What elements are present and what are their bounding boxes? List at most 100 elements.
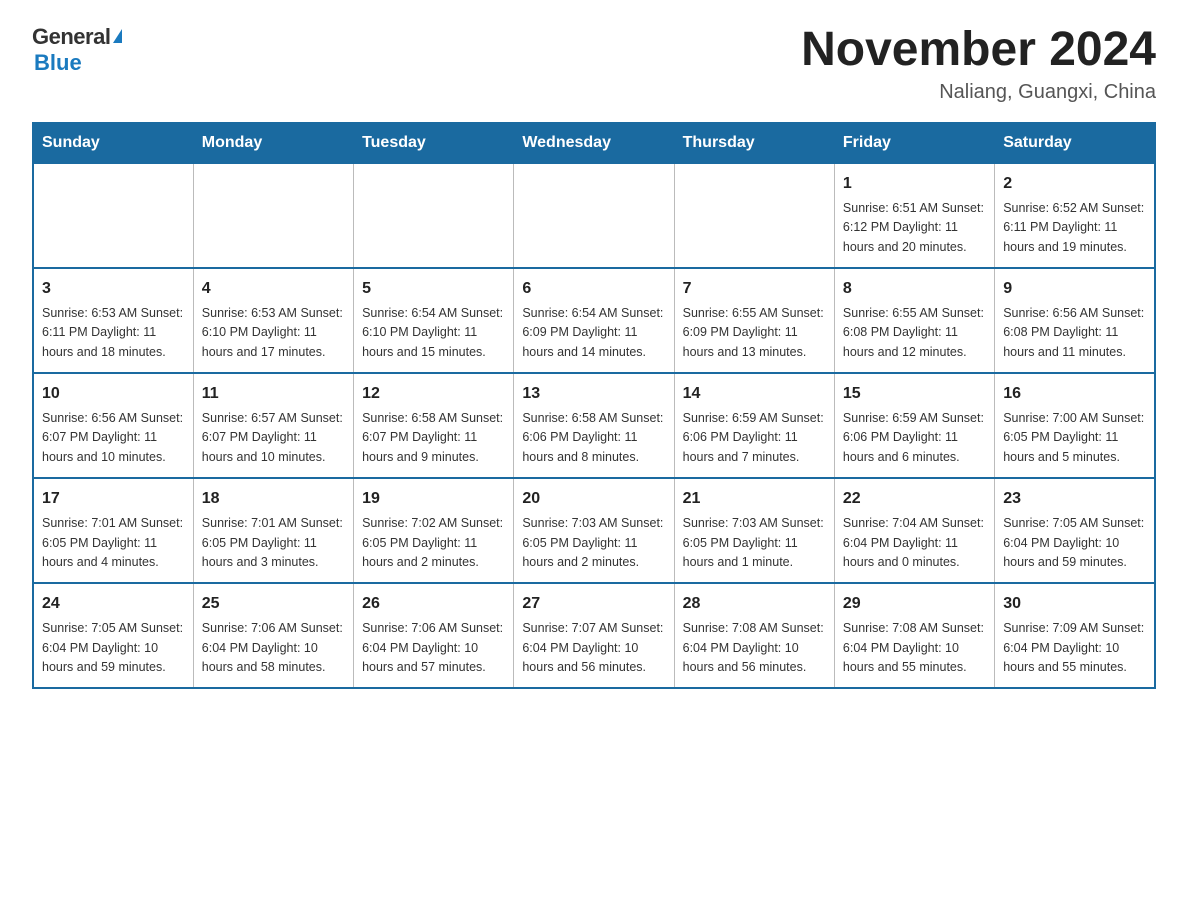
day-info: Sunrise: 6:58 AM Sunset: 6:06 PM Dayligh… xyxy=(522,409,665,467)
logo-general: General xyxy=(32,24,110,50)
calendar-cell xyxy=(354,163,514,268)
day-number: 29 xyxy=(843,592,986,616)
day-number: 18 xyxy=(202,487,345,511)
day-info: Sunrise: 7:00 AM Sunset: 6:05 PM Dayligh… xyxy=(1003,409,1146,467)
day-number: 8 xyxy=(843,277,986,301)
day-info: Sunrise: 6:56 AM Sunset: 6:07 PM Dayligh… xyxy=(42,409,185,467)
day-number: 10 xyxy=(42,382,185,406)
day-header-friday: Friday xyxy=(834,123,994,163)
calendar-cell: 19 Sunrise: 7:02 AM Sunset: 6:05 PM Dayli… xyxy=(354,478,514,583)
calendar-week-4: 17 Sunrise: 7:01 AM Sunset: 6:05 PM Dayli… xyxy=(33,478,1155,583)
calendar-week-5: 24Sunrise: 7:05 AM Sunset: 6:04 PM Dayli… xyxy=(33,583,1155,688)
title-area: November 2024 Naliang, Guangxi, China xyxy=(801,24,1156,104)
day-number: 15 xyxy=(843,382,986,406)
day-info: Sunrise: 7:05 AM Sunset: 6:04 PM Dayligh… xyxy=(1003,514,1146,572)
calendar-cell: 30 Sunrise: 7:09 AM Sunset: 6:04 PM Dayli… xyxy=(995,583,1155,688)
day-info: Sunrise: 6:55 AM Sunset: 6:09 PM Dayligh… xyxy=(683,304,826,362)
calendar-cell: 25Sunrise: 7:06 AM Sunset: 6:04 PM Dayli… xyxy=(193,583,353,688)
day-number: 23 xyxy=(1003,487,1146,511)
calendar-cell: 29 Sunrise: 7:08 AM Sunset: 6:04 PM Dayli… xyxy=(834,583,994,688)
day-info: Sunrise: 6:58 AM Sunset: 6:07 PM Dayligh… xyxy=(362,409,505,467)
day-number: 2 xyxy=(1003,172,1146,196)
logo: General Blue xyxy=(32,24,122,76)
day-info: Sunrise: 7:07 AM Sunset: 6:04 PM Dayligh… xyxy=(522,619,665,677)
day-number: 22 xyxy=(843,487,986,511)
calendar-cell: 13Sunrise: 6:58 AM Sunset: 6:06 PM Dayli… xyxy=(514,373,674,478)
day-info: Sunrise: 7:02 AM Sunset: 6:05 PM Dayligh… xyxy=(362,514,505,572)
day-info: Sunrise: 6:53 AM Sunset: 6:11 PM Dayligh… xyxy=(42,304,185,362)
day-number: 9 xyxy=(1003,277,1146,301)
day-info: Sunrise: 6:54 AM Sunset: 6:10 PM Dayligh… xyxy=(362,304,505,362)
day-number: 28 xyxy=(683,592,826,616)
day-info: Sunrise: 7:01 AM Sunset: 6:05 PM Dayligh… xyxy=(202,514,345,572)
day-info: Sunrise: 6:59 AM Sunset: 6:06 PM Dayligh… xyxy=(683,409,826,467)
day-info: Sunrise: 7:04 AM Sunset: 6:04 PM Dayligh… xyxy=(843,514,986,572)
day-info: Sunrise: 7:08 AM Sunset: 6:04 PM Dayligh… xyxy=(843,619,986,677)
calendar-cell: 21 Sunrise: 7:03 AM Sunset: 6:05 PM Dayli… xyxy=(674,478,834,583)
calendar-cell: 9 Sunrise: 6:56 AM Sunset: 6:08 PM Daylig… xyxy=(995,268,1155,373)
day-info: Sunrise: 6:56 AM Sunset: 6:08 PM Dayligh… xyxy=(1003,304,1146,362)
day-number: 17 xyxy=(42,487,185,511)
day-header-sunday: Sunday xyxy=(33,123,193,163)
header: General Blue November 2024 Naliang, Guan… xyxy=(32,24,1156,104)
calendar-cell: 8 Sunrise: 6:55 AM Sunset: 6:08 PM Daylig… xyxy=(834,268,994,373)
calendar-cell: 11Sunrise: 6:57 AM Sunset: 6:07 PM Dayli… xyxy=(193,373,353,478)
day-info: Sunrise: 6:54 AM Sunset: 6:09 PM Dayligh… xyxy=(522,304,665,362)
calendar-cell: 5 Sunrise: 6:54 AM Sunset: 6:10 PM Daylig… xyxy=(354,268,514,373)
calendar-cell xyxy=(514,163,674,268)
calendar-cell: 20 Sunrise: 7:03 AM Sunset: 6:05 PM Dayli… xyxy=(514,478,674,583)
day-info: Sunrise: 7:09 AM Sunset: 6:04 PM Dayligh… xyxy=(1003,619,1146,677)
day-header-monday: Monday xyxy=(193,123,353,163)
day-number: 20 xyxy=(522,487,665,511)
day-number: 1 xyxy=(843,172,986,196)
calendar-week-3: 10 Sunrise: 6:56 AM Sunset: 6:07 PM Dayli… xyxy=(33,373,1155,478)
day-number: 5 xyxy=(362,277,505,301)
day-header-tuesday: Tuesday xyxy=(354,123,514,163)
logo-blue: Blue xyxy=(34,50,82,75)
calendar-cell: 14 Sunrise: 6:59 AM Sunset: 6:06 PM Dayli… xyxy=(674,373,834,478)
calendar-cell: 1 Sunrise: 6:51 AM Sunset: 6:12 PM Daylig… xyxy=(834,163,994,268)
day-info: Sunrise: 7:03 AM Sunset: 6:05 PM Dayligh… xyxy=(522,514,665,572)
calendar-week-1: 1 Sunrise: 6:51 AM Sunset: 6:12 PM Daylig… xyxy=(33,163,1155,268)
day-header-thursday: Thursday xyxy=(674,123,834,163)
calendar-cell: 12 Sunrise: 6:58 AM Sunset: 6:07 PM Dayli… xyxy=(354,373,514,478)
day-info: Sunrise: 6:52 AM Sunset: 6:11 PM Dayligh… xyxy=(1003,199,1146,257)
calendar-cell: 27 Sunrise: 7:07 AM Sunset: 6:04 PM Dayli… xyxy=(514,583,674,688)
day-number: 14 xyxy=(683,382,826,406)
calendar-cell: 28 Sunrise: 7:08 AM Sunset: 6:04 PM Dayli… xyxy=(674,583,834,688)
day-info: Sunrise: 7:05 AM Sunset: 6:04 PM Dayligh… xyxy=(42,619,185,677)
calendar-cell xyxy=(674,163,834,268)
day-header-wednesday: Wednesday xyxy=(514,123,674,163)
calendar-cell: 4 Sunrise: 6:53 AM Sunset: 6:10 PM Daylig… xyxy=(193,268,353,373)
calendar-cell: 24Sunrise: 7:05 AM Sunset: 6:04 PM Dayli… xyxy=(33,583,193,688)
day-number: 3 xyxy=(42,277,185,301)
calendar-cell: 16 Sunrise: 7:00 AM Sunset: 6:05 PM Dayli… xyxy=(995,373,1155,478)
calendar-cell: 10 Sunrise: 6:56 AM Sunset: 6:07 PM Dayli… xyxy=(33,373,193,478)
day-number: 12 xyxy=(362,382,505,406)
day-number: 27 xyxy=(522,592,665,616)
day-number: 6 xyxy=(522,277,665,301)
day-info: Sunrise: 7:08 AM Sunset: 6:04 PM Dayligh… xyxy=(683,619,826,677)
day-info: Sunrise: 6:51 AM Sunset: 6:12 PM Dayligh… xyxy=(843,199,986,257)
calendar-week-2: 3 Sunrise: 6:53 AM Sunset: 6:11 PM Daylig… xyxy=(33,268,1155,373)
day-number: 7 xyxy=(683,277,826,301)
day-number: 4 xyxy=(202,277,345,301)
calendar-cell xyxy=(33,163,193,268)
day-info: Sunrise: 6:57 AM Sunset: 6:07 PM Dayligh… xyxy=(202,409,345,467)
day-number: 30 xyxy=(1003,592,1146,616)
calendar-cell: 17 Sunrise: 7:01 AM Sunset: 6:05 PM Dayli… xyxy=(33,478,193,583)
day-number: 16 xyxy=(1003,382,1146,406)
day-info: Sunrise: 7:01 AM Sunset: 6:05 PM Dayligh… xyxy=(42,514,185,572)
day-info: Sunrise: 6:55 AM Sunset: 6:08 PM Dayligh… xyxy=(843,304,986,362)
day-info: Sunrise: 6:53 AM Sunset: 6:10 PM Dayligh… xyxy=(202,304,345,362)
day-info: Sunrise: 7:06 AM Sunset: 6:04 PM Dayligh… xyxy=(362,619,505,677)
day-number: 19 xyxy=(362,487,505,511)
calendar-cell: 6 Sunrise: 6:54 AM Sunset: 6:09 PM Daylig… xyxy=(514,268,674,373)
day-info: Sunrise: 6:59 AM Sunset: 6:06 PM Dayligh… xyxy=(843,409,986,467)
day-info: Sunrise: 7:03 AM Sunset: 6:05 PM Dayligh… xyxy=(683,514,826,572)
calendar-cell: 15 Sunrise: 6:59 AM Sunset: 6:06 PM Dayli… xyxy=(834,373,994,478)
day-number: 21 xyxy=(683,487,826,511)
calendar-cell: 23 Sunrise: 7:05 AM Sunset: 6:04 PM Dayli… xyxy=(995,478,1155,583)
day-number: 25 xyxy=(202,592,345,616)
calendar-cell: 3 Sunrise: 6:53 AM Sunset: 6:11 PM Daylig… xyxy=(33,268,193,373)
